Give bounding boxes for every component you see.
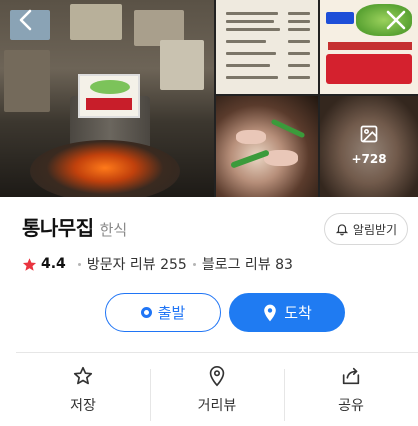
notify-label: 알림받기	[352, 222, 398, 237]
rating-value: 4.4	[41, 256, 66, 272]
photo-food-hotpot[interactable]	[216, 96, 318, 197]
roadview-button[interactable]: 거리뷰	[150, 353, 284, 426]
action-bar: 저장 거리뷰 공유	[16, 353, 418, 426]
location-pin-icon	[209, 365, 225, 386]
photo-menu-board[interactable]	[216, 0, 318, 94]
place-category: 한식	[99, 221, 128, 239]
wall-picture	[160, 40, 204, 90]
photo-gallery[interactable]: +728	[0, 0, 418, 197]
charcoal-grill	[30, 140, 180, 197]
store-name-banner	[326, 54, 412, 84]
review-stats: 4.4 방문자 리뷰 255 블로그 리뷰 83	[22, 254, 293, 274]
share-button[interactable]: 공유	[284, 353, 418, 426]
close-icon[interactable]	[382, 6, 410, 34]
separator-dot	[77, 262, 81, 266]
location-pin-icon	[264, 304, 276, 321]
origin-dot-icon	[140, 307, 152, 318]
arrive-label: 도착	[284, 304, 312, 322]
bell-icon	[335, 224, 348, 236]
depart-button[interactable]: 출발	[105, 293, 221, 332]
save-button[interactable]: 저장	[16, 353, 150, 426]
photo-more-tile[interactable]: +728	[320, 96, 418, 197]
tv-sign	[78, 74, 140, 118]
share-icon	[342, 367, 360, 384]
more-photos-count: +728	[351, 152, 387, 166]
wall-picture	[70, 4, 122, 40]
notify-button[interactable]: 알림받기	[324, 213, 408, 245]
depart-label: 출발	[157, 304, 186, 322]
image-icon	[360, 125, 378, 143]
star-outline-icon	[73, 366, 93, 384]
chevron-left-icon[interactable]	[12, 6, 40, 34]
visitor-reviews-link[interactable]: 방문자 리뷰 255	[87, 254, 187, 274]
share-label: 공유	[338, 397, 364, 414]
route-buttons: 출발 도착	[105, 293, 345, 332]
star-filled-icon	[22, 257, 37, 271]
save-label: 저장	[70, 397, 96, 414]
place-title-row: 통나무집 한식	[22, 212, 127, 241]
wall-picture	[4, 50, 50, 112]
separator-dot	[192, 262, 196, 266]
roadview-label: 거리뷰	[197, 397, 237, 414]
blog-reviews-link[interactable]: 블로그 리뷰 83	[202, 254, 293, 274]
kbs-logo	[326, 12, 354, 24]
place-name: 통나무집	[22, 216, 94, 240]
arrive-button[interactable]: 도착	[229, 293, 345, 332]
